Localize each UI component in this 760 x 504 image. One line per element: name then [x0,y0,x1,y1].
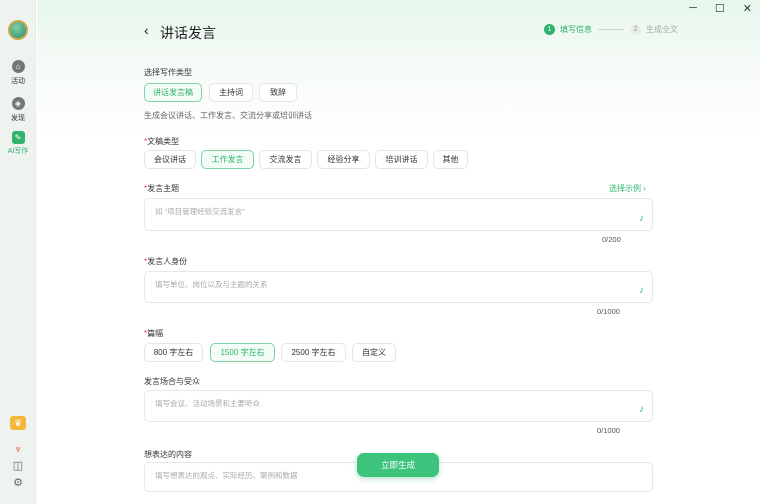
generate-button[interactable]: 立即生成 [357,453,439,477]
length-chip-custom[interactable]: 自定义 [352,343,396,362]
back-icon[interactable]: ‹ [144,22,149,38]
app-window: ⌂ 活动 ◈ 发现 ✎ AI写作 ♛ ♆ ◫ ⚙ ─ ☐ ✕ ‹ 讲话发言 1 … [0,0,760,504]
identity-label: *发言人身份 [144,256,187,267]
page-title: 讲话发言 [160,25,216,41]
topic-placeholder: 如 “项目管理经验交流发言” [155,207,245,216]
occasion-counter: 0/1000 [597,426,620,435]
type-label: 选择写作类型 [144,68,192,77]
voice-input-icon[interactable]: ♪ [639,285,644,296]
identity-input[interactable]: 填写单位、岗位以及与主题的关系 ♪ [144,271,653,303]
minimize-button[interactable]: ─ [689,2,697,15]
voice-input-icon[interactable]: ♪ [639,213,644,224]
doc-type-chip-experience[interactable]: 经验分享 [317,150,370,169]
doc-type-chip-exchange[interactable]: 交流发言 [259,150,312,169]
topic-label-text: 发言主题 [147,184,180,193]
sidebar-item-label: AI写作 [7,148,29,155]
sidebar-item-activity[interactable]: ⌂ 活动 [0,60,36,86]
doc-type-chip-work[interactable]: 工作发言 [201,150,254,169]
length-chip-2500[interactable]: 2500 字左右 [281,343,346,362]
trophy-button[interactable]: ♆ [0,444,36,456]
trophy-icon: ♆ [13,444,23,456]
occasion-label: 发言场合与受众 [144,377,200,386]
step-label: 生成全文 [646,25,678,34]
step-label: 填写信息 [560,25,592,34]
identity-label-text: 发言人身份 [147,257,188,266]
step-generate: 2 生成全文 [630,24,678,35]
length-chip-1500[interactable]: 1500 字左右 [210,343,275,362]
topic-label: *发言主题 [144,183,179,194]
doc-type-label-text: 文稿类型 [147,137,180,146]
topic-input[interactable]: 如 “项目管理经验交流发言” ♪ [144,198,653,231]
type-chip-address[interactable]: 致辞 [259,83,297,102]
sidebar-item-discover[interactable]: ◈ 发现 [0,97,36,123]
settings-button[interactable]: ⚙ [0,478,36,489]
gift-button[interactable]: ♛ [0,416,36,430]
gift-icon: ♛ [10,416,26,430]
type-hint: 生成会议讲话、工作发言、交流分享或培训讲话 [144,111,312,120]
app-logo [8,20,28,40]
length-label-text: 篇幅 [147,329,164,338]
basket-icon: ◫ [12,460,24,472]
ai-write-icon: ✎ [11,131,25,144]
sidebar: ⌂ 活动 ◈ 发现 ✎ AI写作 ♛ ♆ ◫ ⚙ [0,0,36,504]
occasion-placeholder: 填写会议、活动场景和主要听众 [155,399,260,408]
doc-type-chip-meeting[interactable]: 会议讲话 [144,150,196,169]
occasion-input[interactable]: 填写会议、活动场景和主要听众 ♪ [144,390,653,422]
doc-type-label: *文稿类型 [144,136,179,147]
identity-counter: 0/1000 [597,307,620,316]
identity-placeholder: 填写单位、岗位以及与主题的关系 [155,280,268,289]
sidebar-item-label: 活动 [11,78,25,85]
progress-steps: 1 填写信息 2 生成全文 [544,24,678,35]
gear-icon: ⚙ [13,477,23,489]
home-icon: ⌂ [11,60,25,73]
voice-input-icon[interactable]: ♪ [639,404,644,415]
length-chip-800[interactable]: 800 字左右 [144,343,203,362]
close-button[interactable]: ✕ [743,2,752,15]
window-controls: ─ ☐ ✕ [689,2,752,15]
step-connector [598,29,624,30]
basket-button[interactable]: ◫ [0,461,36,472]
step-number: 1 [544,24,555,35]
doc-type-chip-training[interactable]: 培训讲话 [375,150,428,169]
length-label: *篇幅 [144,328,163,339]
step-fill-info: 1 填写信息 [544,24,592,35]
topic-counter: 0/200 [602,235,621,244]
sidebar-item-label: 发现 [11,115,25,122]
compass-icon: ◈ [11,97,25,110]
type-chip-host[interactable]: 主持词 [209,83,253,102]
doc-type-chip-other[interactable]: 其他 [433,150,468,169]
main-panel: ─ ☐ ✕ ‹ 讲话发言 1 填写信息 2 生成全文 选择写作类型 讲话发言稿 … [37,0,760,504]
maximize-button[interactable]: ☐ [715,2,725,15]
content-label: 想表达的内容 [144,450,192,459]
sidebar-item-ai-write[interactable]: ✎ AI写作 [0,131,36,156]
type-chip-speech[interactable]: 讲话发言稿 [144,83,202,102]
content-placeholder: 填写想表达的观点、实际经历、案例和数据 [155,471,298,480]
example-link[interactable]: 选择示例 › [609,183,646,194]
step-number: 2 [630,24,641,35]
